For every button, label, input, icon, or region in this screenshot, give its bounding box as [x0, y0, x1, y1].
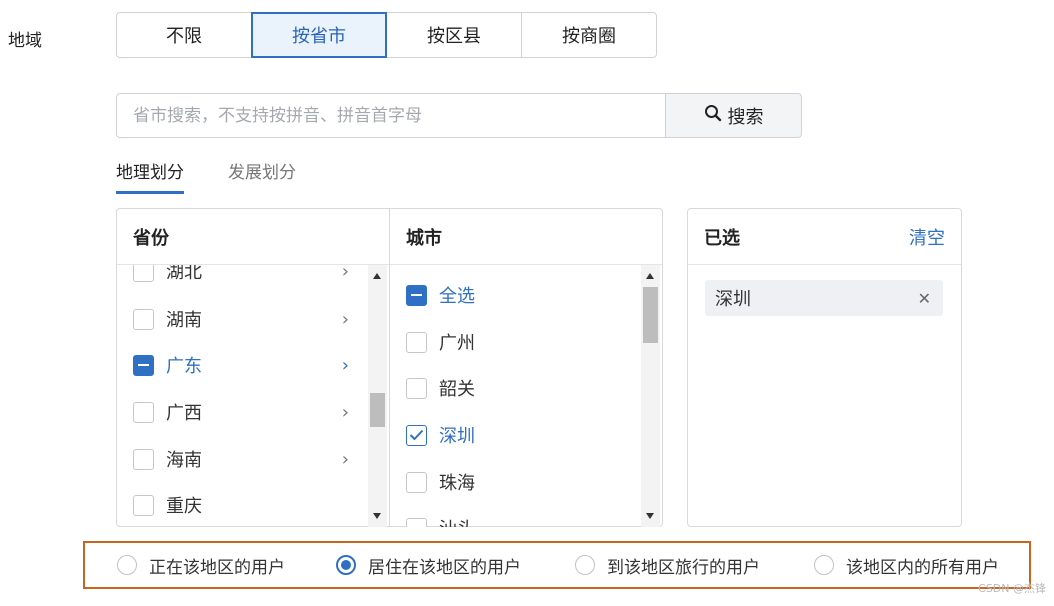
- search-bar: 搜索: [116, 93, 802, 138]
- close-icon[interactable]: ✕: [918, 289, 931, 308]
- scope-tab-unlimited[interactable]: 不限: [116, 12, 252, 58]
- list-item[interactable]: 广西 ›: [133, 394, 349, 430]
- clear-button[interactable]: 清空: [909, 224, 945, 250]
- radio-label: 到该地区旅行的用户: [607, 557, 760, 578]
- province-label: 重庆: [166, 496, 202, 517]
- province-label: 海南: [166, 450, 202, 471]
- search-input[interactable]: [116, 93, 666, 138]
- selected-panel-header: 已选 清空: [688, 209, 961, 265]
- checkbox[interactable]: [133, 448, 154, 470]
- radio-label: 正在该地区的用户: [149, 557, 285, 578]
- tab-geographic-division[interactable]: 地理划分: [116, 158, 184, 194]
- check-icon: [409, 429, 424, 441]
- list-item[interactable]: 全选: [406, 277, 622, 313]
- list-item[interactable]: 深圳: [406, 417, 622, 453]
- province-label: 湖南: [166, 310, 202, 331]
- checkbox[interactable]: [406, 471, 427, 493]
- checkbox[interactable]: [406, 517, 427, 527]
- radio-button[interactable]: [117, 555, 137, 575]
- city-label: 广州: [439, 333, 475, 354]
- city-panel: 城市 全选 广州 韶关 深圳 珠海 汕头: [389, 208, 663, 527]
- search-icon: [704, 104, 722, 127]
- chevron-right-icon[interactable]: ›: [342, 309, 349, 330]
- scope-tab-province-city[interactable]: 按省市: [251, 12, 387, 58]
- city-label: 全选: [439, 286, 475, 307]
- radio-button[interactable]: [336, 555, 356, 575]
- province-label: 广东: [166, 356, 202, 377]
- checkbox[interactable]: [133, 494, 154, 516]
- list-item[interactable]: 汕头: [406, 510, 622, 527]
- user-scope-options: 正在该地区的用户 居住在该地区的用户 到该地区旅行的用户 该地区内的所有用户: [83, 541, 1031, 589]
- city-panel-title: 城市: [390, 209, 662, 265]
- division-tabs: 地理划分 发展划分: [116, 158, 296, 194]
- province-label: 广西: [166, 403, 202, 424]
- tab-development-division[interactable]: 发展划分: [228, 158, 296, 194]
- chevron-right-icon[interactable]: ›: [342, 265, 349, 282]
- scroll-thumb[interactable]: [370, 393, 385, 427]
- scope-tab-business-area[interactable]: 按商圈: [521, 12, 657, 58]
- list-item[interactable]: 广州: [406, 324, 622, 360]
- province-scrollbar[interactable]: [368, 265, 387, 527]
- checkbox[interactable]: [406, 331, 427, 353]
- radio-option[interactable]: 居住在该地区的用户: [336, 553, 521, 578]
- selected-tag-label: 深圳: [715, 289, 751, 310]
- radio-option[interactable]: 该地区内的所有用户: [814, 553, 999, 578]
- checkbox[interactable]: [133, 265, 154, 282]
- scroll-down-icon[interactable]: [646, 513, 654, 519]
- scope-tabs: 不限 按省市 按区县 按商圈: [116, 12, 657, 58]
- checkbox[interactable]: [133, 308, 154, 330]
- list-item[interactable]: 湖南 ›: [133, 301, 349, 337]
- chevron-right-icon[interactable]: ›: [342, 355, 349, 376]
- region-label: 地域: [8, 31, 42, 51]
- list-item[interactable]: 珠海: [406, 464, 622, 500]
- radio-option[interactable]: 正在该地区的用户: [117, 553, 285, 578]
- chevron-right-icon[interactable]: ›: [342, 449, 349, 470]
- city-list: 全选 广州 韶关 深圳 珠海 汕头: [390, 265, 662, 527]
- search-button[interactable]: 搜索: [666, 93, 802, 138]
- checkbox[interactable]: [406, 424, 427, 446]
- chevron-right-icon[interactable]: ›: [342, 402, 349, 423]
- radio-option[interactable]: 到该地区旅行的用户: [575, 553, 760, 578]
- scroll-up-icon[interactable]: [373, 273, 381, 279]
- selected-panel: 已选 清空 深圳 ✕: [687, 208, 962, 527]
- city-label: 珠海: [439, 473, 475, 494]
- city-label: 深圳: [439, 426, 475, 447]
- list-item[interactable]: 海南 ›: [133, 441, 349, 477]
- province-panel: 省份 湖北 › 湖南 › 广东 › 广西 › 海南 › 重庆: [116, 208, 390, 527]
- scroll-up-icon[interactable]: [646, 273, 654, 279]
- city-label: 汕头: [439, 515, 475, 527]
- list-item[interactable]: 广东 ›: [133, 347, 349, 383]
- watermark: CSDN @杰锋: [978, 582, 1046, 595]
- radio-button[interactable]: [814, 555, 834, 575]
- city-label: 韶关: [439, 379, 475, 400]
- list-item[interactable]: 湖北 ›: [133, 265, 349, 289]
- scroll-thumb[interactable]: [643, 287, 658, 343]
- province-panel-title: 省份: [117, 209, 389, 265]
- scroll-down-icon[interactable]: [373, 513, 381, 519]
- selected-tag: 深圳 ✕: [705, 280, 943, 316]
- city-scrollbar[interactable]: [641, 265, 660, 527]
- list-item[interactable]: 韶关: [406, 370, 622, 406]
- checkbox[interactable]: [133, 354, 154, 376]
- search-button-label: 搜索: [727, 106, 764, 128]
- province-list: 湖北 › 湖南 › 广东 › 广西 › 海南 › 重庆: [117, 265, 389, 527]
- list-item[interactable]: 重庆: [133, 487, 349, 523]
- checkbox[interactable]: [406, 377, 427, 399]
- radio-label: 居住在该地区的用户: [368, 557, 521, 578]
- checkbox[interactable]: [133, 401, 154, 423]
- select-all-checkbox[interactable]: [406, 284, 427, 306]
- selected-panel-title: 已选: [704, 227, 740, 249]
- scope-tab-district[interactable]: 按区县: [386, 12, 522, 58]
- province-label: 湖北: [166, 265, 202, 283]
- radio-button[interactable]: [575, 555, 595, 575]
- radio-label: 该地区内的所有用户: [846, 557, 999, 578]
